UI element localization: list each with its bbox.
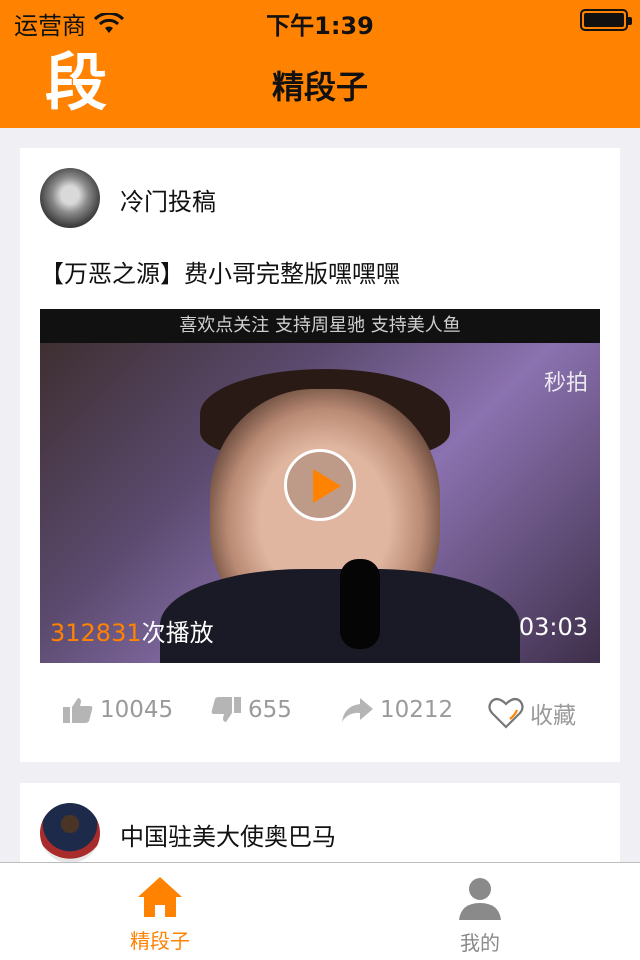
status-time: 下午1:39 xyxy=(266,12,374,40)
collect-label: 收藏 xyxy=(530,703,576,729)
post-card: 冷门投稿 【万恶之源】费小哥完整版嘿嘿嘿 喜欢点关注 支持周星驰 支持美人鱼 秒… xyxy=(20,148,620,762)
video-player[interactable]: 喜欢点关注 支持周星驰 支持美人鱼 秒拍 312831次播放 03:03 xyxy=(40,309,600,663)
user-icon xyxy=(400,875,560,921)
post-text: 【万恶之源】费小哥完整版嘿嘿嘿 xyxy=(40,260,400,288)
video-watermark: 秒拍 xyxy=(543,371,588,396)
play-count-number: 312831 xyxy=(50,619,142,647)
tab-mine[interactable]: 我的 xyxy=(400,875,560,956)
avatar[interactable] xyxy=(40,803,100,863)
play-icon[interactable] xyxy=(284,449,356,521)
share-button[interactable]: 10212 xyxy=(340,696,453,724)
top-bar: 运营商 下午1:39 段 精段子 xyxy=(0,0,640,128)
status-bar: 运营商 下午1:39 xyxy=(0,0,640,40)
play-count-suffix: 次播放 xyxy=(141,619,214,647)
play-count: 312831次播放 xyxy=(50,613,214,648)
battery-icon xyxy=(580,9,632,31)
post-author[interactable]: 冷门投稿 xyxy=(120,182,216,217)
share-count: 10212 xyxy=(380,697,454,723)
heart-icon xyxy=(488,697,524,729)
share-icon xyxy=(340,696,374,724)
home-icon xyxy=(80,875,240,919)
page-title: 精段子 xyxy=(271,68,368,106)
tab-bar: 精段子 我的 xyxy=(0,862,640,960)
dislike-count: 655 xyxy=(248,697,292,723)
video-duration: 03:03 xyxy=(518,613,588,641)
tab-home[interactable]: 精段子 xyxy=(80,875,240,954)
post-actions: 10045 655 10212 收藏 xyxy=(20,696,620,730)
collect-button[interactable]: 收藏 xyxy=(488,696,576,730)
tab-mine-label: 我的 xyxy=(460,931,500,955)
like-count: 10045 xyxy=(100,697,174,723)
thumbs-up-icon xyxy=(62,696,94,724)
dislike-button[interactable]: 655 xyxy=(210,696,292,724)
thumbs-down-icon xyxy=(210,696,242,724)
tab-home-label: 精段子 xyxy=(130,929,190,953)
post-author[interactable]: 中国驻美大使奥巴马 xyxy=(120,817,336,852)
avatar[interactable] xyxy=(40,168,100,228)
like-button[interactable]: 10045 xyxy=(62,696,173,724)
video-caption: 喜欢点关注 支持周星驰 支持美人鱼 xyxy=(40,309,600,343)
